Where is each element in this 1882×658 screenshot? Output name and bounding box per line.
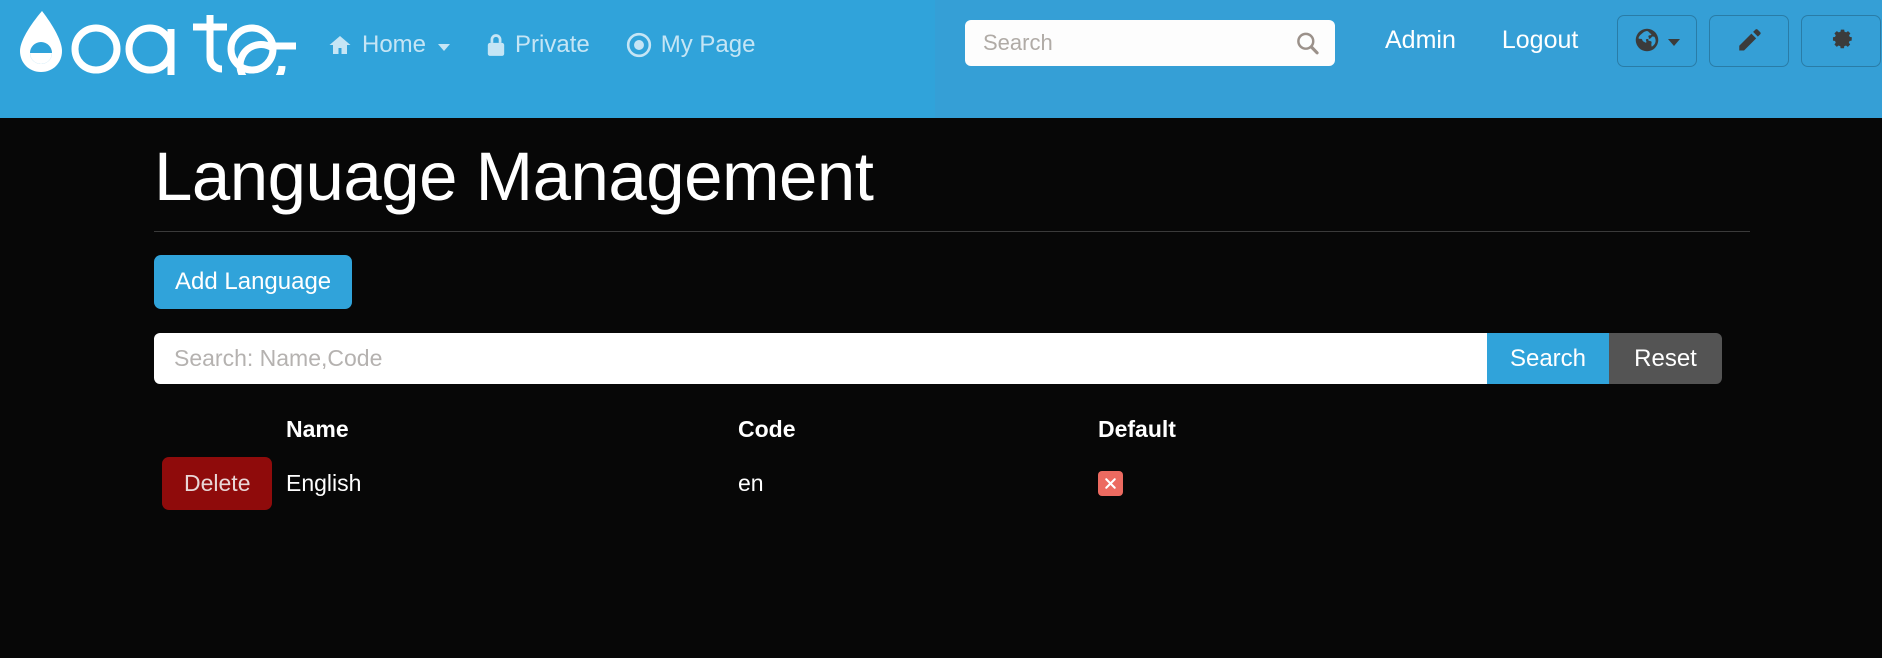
logout-link[interactable]: Logout bbox=[1502, 26, 1578, 55]
language-search-bar: Search Reset bbox=[154, 333, 1722, 385]
nav-item-private-label: Private bbox=[515, 31, 590, 58]
delete-button[interactable]: Delete bbox=[162, 456, 273, 510]
primary-nav: Home Private My Page bbox=[327, 22, 791, 68]
table-row: Delete English en bbox=[154, 451, 1722, 515]
pencil-icon bbox=[1736, 27, 1762, 56]
nav-item-my-page-label: My Page bbox=[660, 31, 756, 58]
header-user-links: Admin Logout bbox=[1385, 26, 1578, 55]
search-button[interactable]: Search bbox=[1487, 333, 1609, 385]
cell-default bbox=[1098, 451, 1722, 515]
column-header-action bbox=[154, 407, 286, 451]
nav-item-home-label: Home bbox=[362, 31, 427, 58]
settings-button[interactable] bbox=[1801, 15, 1881, 67]
cell-name: English bbox=[286, 469, 362, 496]
column-header-default: Default bbox=[1098, 415, 1176, 442]
page-title: Language Management bbox=[154, 138, 874, 215]
header-action-buttons bbox=[1617, 15, 1881, 67]
header-search-box[interactable] bbox=[965, 20, 1335, 66]
lock-icon bbox=[486, 33, 506, 57]
languages-table: Name Code Default Delete English en bbox=[154, 407, 1722, 515]
language-selector-button[interactable] bbox=[1617, 15, 1697, 67]
x-mark-icon bbox=[1098, 471, 1123, 497]
header-search-input[interactable] bbox=[983, 30, 1294, 56]
cell-action: Delete bbox=[154, 451, 286, 515]
chevron-down-icon bbox=[438, 43, 451, 51]
gear-icon bbox=[1828, 26, 1855, 56]
table-header: Name Code Default bbox=[154, 407, 1722, 451]
main-content-area: Language Management Add Language Search … bbox=[0, 118, 1882, 658]
globe-icon bbox=[1634, 27, 1660, 56]
column-header-code: Code bbox=[738, 415, 796, 442]
title-divider bbox=[154, 231, 1750, 233]
nav-item-private[interactable]: Private bbox=[486, 33, 590, 57]
add-language-button[interactable]: Add Language bbox=[154, 255, 353, 310]
admin-link[interactable]: Admin bbox=[1385, 26, 1456, 55]
search-icon[interactable] bbox=[1294, 30, 1321, 57]
column-header-name: Name bbox=[286, 415, 349, 442]
language-search-input[interactable] bbox=[154, 333, 1487, 385]
home-icon bbox=[327, 33, 353, 57]
chevron-down-icon bbox=[1668, 39, 1680, 46]
site-header: Home Private My Page Search Admin Logout bbox=[0, 0, 1882, 118]
cell-code: en bbox=[738, 469, 764, 496]
nav-item-home[interactable]: Home bbox=[327, 31, 451, 58]
reset-button[interactable]: Reset bbox=[1609, 333, 1722, 385]
nav-item-my-page[interactable]: My Page bbox=[626, 31, 756, 58]
bullseye-icon bbox=[626, 32, 652, 58]
table-body: Delete English en bbox=[154, 451, 1722, 515]
edit-mode-button[interactable] bbox=[1709, 15, 1789, 67]
table-header-row: Name Code Default bbox=[154, 407, 1722, 451]
oqtane-logo[interactable] bbox=[12, 8, 297, 76]
